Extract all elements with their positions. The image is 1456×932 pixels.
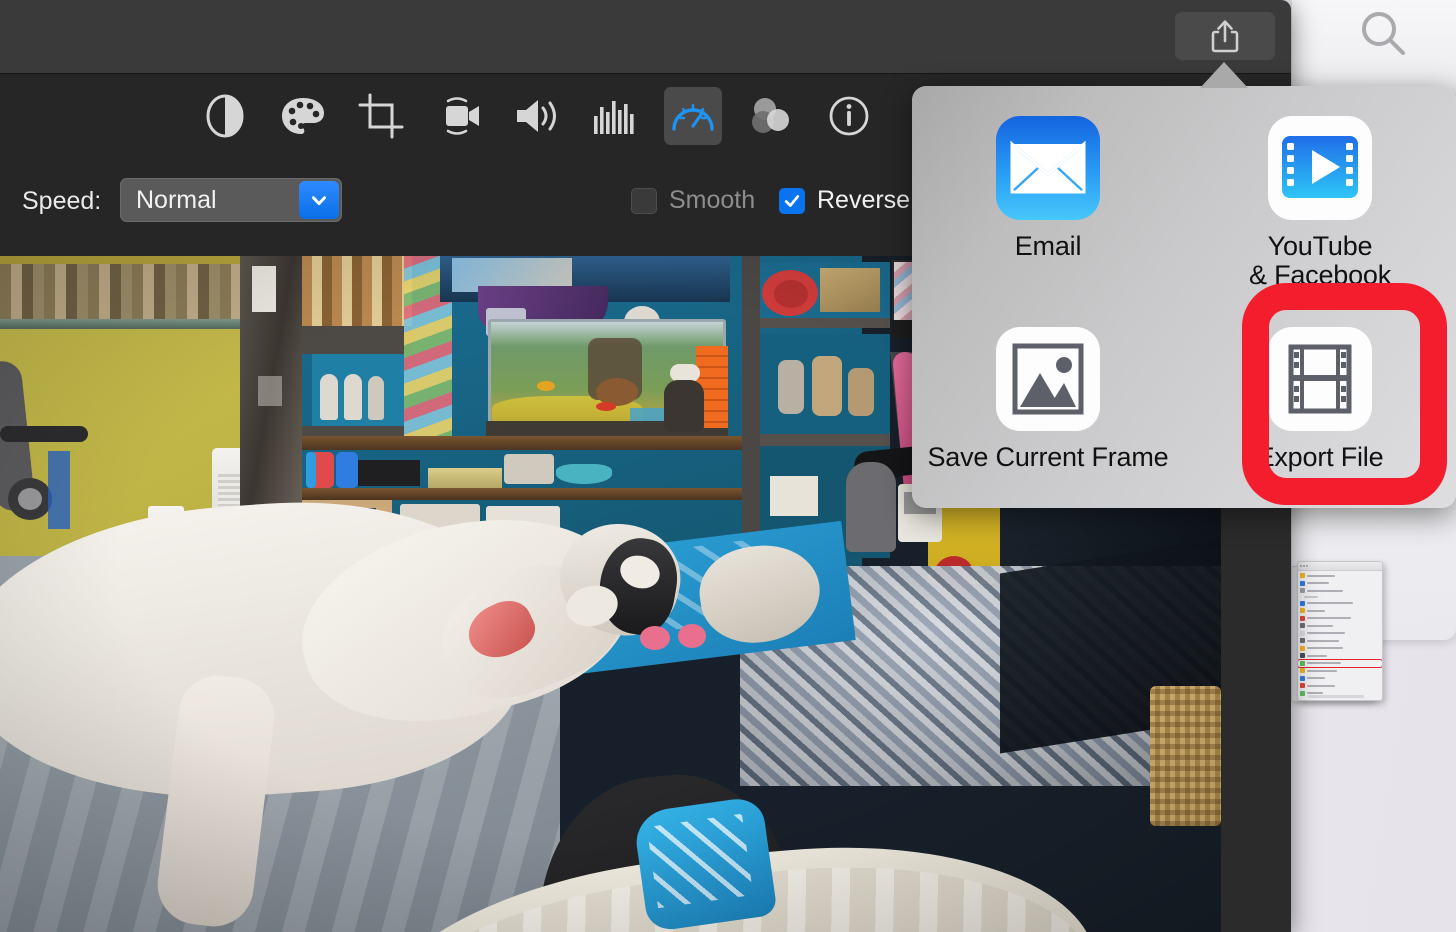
color-palette-icon[interactable]	[274, 87, 332, 145]
chevron-down-icon[interactable]	[299, 181, 339, 219]
email-envelope-icon	[994, 114, 1102, 222]
speed-selected-value: Normal	[136, 185, 217, 214]
speed-label: Speed:	[22, 187, 102, 215]
reverse-label: Reverse	[817, 186, 911, 214]
reverse-checkbox-group[interactable]: Reverse	[779, 186, 910, 215]
speed-dropdown[interactable]: Normal	[120, 178, 342, 222]
speedometer-icon[interactable]	[664, 87, 722, 145]
share-popover: Email YouTube & Facebook Save Current Fr…	[912, 86, 1456, 508]
share-item-email[interactable]: Email	[912, 86, 1184, 297]
share-item-label: Email	[1014, 231, 1082, 261]
reverse-checkbox[interactable]	[779, 187, 805, 214]
smooth-checkbox-group[interactable]: Smooth	[631, 186, 755, 215]
share-upload-icon	[1208, 18, 1242, 54]
volume-icon[interactable]	[508, 87, 566, 145]
smooth-label: Smooth	[669, 186, 756, 214]
share-item-label-line1: YouTube	[1267, 231, 1373, 261]
share-button[interactable]	[1175, 12, 1275, 60]
video-play-icon	[1266, 114, 1374, 222]
smooth-checkbox[interactable]	[631, 187, 657, 214]
share-item-export-file[interactable]: Export File	[1184, 297, 1456, 508]
film-strip-icon	[1266, 325, 1374, 433]
thumbnail-titlebar	[1298, 562, 1382, 571]
info-icon[interactable]	[820, 87, 878, 145]
share-item-youtube-facebook[interactable]: YouTube & Facebook	[1184, 86, 1456, 297]
photo-image-icon	[994, 325, 1102, 433]
crop-icon[interactable]	[352, 87, 410, 145]
share-item-label: Export File	[1256, 442, 1384, 472]
stabilize-camera-icon[interactable]	[430, 87, 488, 145]
share-item-label: YouTube & Facebook	[1248, 231, 1392, 291]
share-item-save-current-frame[interactable]: Save Current Frame	[912, 297, 1184, 508]
search-magnifier-icon[interactable]	[1355, 6, 1411, 62]
adjust-exposure-icon[interactable]	[196, 87, 254, 145]
window-titlebar	[0, 0, 1291, 74]
popover-caret	[1200, 62, 1248, 88]
filters-circles-icon[interactable]	[742, 87, 800, 145]
share-item-label: Save Current Frame	[927, 442, 1169, 472]
thumbnail-list	[1298, 571, 1382, 698]
preferences-window-thumbnail[interactable]	[1297, 561, 1383, 701]
share-item-label-line2: & Facebook	[1248, 260, 1392, 291]
audio-levels-icon[interactable]	[586, 87, 644, 145]
